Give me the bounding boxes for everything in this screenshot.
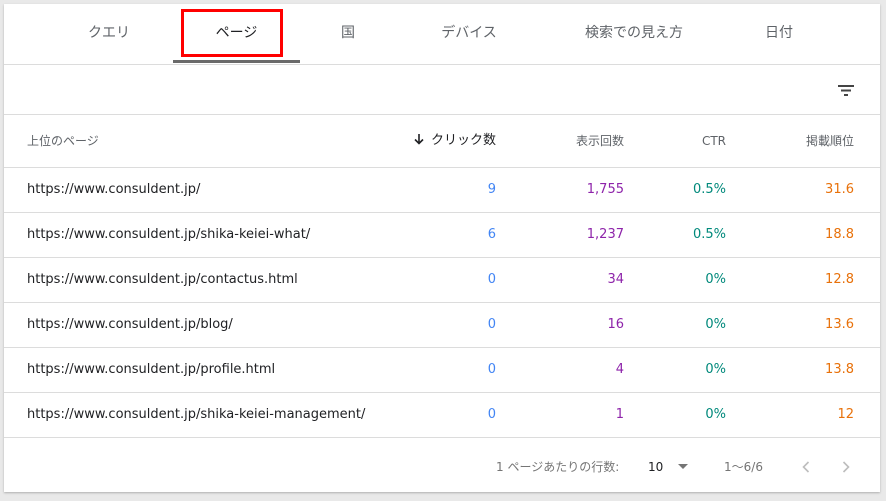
clicks-value: 0 bbox=[487, 407, 496, 422]
tab-label: 国 bbox=[341, 25, 355, 41]
page-range: 1〜6/6 bbox=[724, 460, 763, 474]
page-url[interactable]: https://www.consuldent.jp/shika-keiei-wh… bbox=[27, 213, 310, 257]
column-header-page[interactable]: 上位のページ bbox=[27, 115, 99, 167]
tab-bar: クエリ ページ 国 デバイス 検索での見え方 日付 bbox=[4, 4, 880, 65]
tab-query[interactable]: クエリ bbox=[44, 4, 174, 64]
filter-icon[interactable] bbox=[836, 81, 856, 99]
clicks-value: 9 bbox=[487, 182, 496, 197]
page-url[interactable]: https://www.consuldent.jp/profile.html bbox=[27, 348, 275, 392]
tab-label: 日付 bbox=[765, 25, 793, 41]
column-header-impressions[interactable]: 表示回数 bbox=[524, 115, 624, 167]
caret-down-icon[interactable] bbox=[678, 464, 688, 469]
ctr-value: 0% bbox=[705, 362, 726, 377]
page-url[interactable]: https://www.consuldent.jp/ bbox=[27, 168, 200, 212]
tab-device[interactable]: デバイス bbox=[409, 4, 529, 64]
position-value: 13.6 bbox=[825, 317, 854, 332]
table-row[interactable]: https://www.consuldent.jp/contactus.html… bbox=[4, 258, 880, 303]
table-header: 上位のページ クリック数 表示回数 CTR 掲載順位 bbox=[4, 115, 880, 168]
table-toolbar bbox=[4, 65, 880, 115]
tab-date[interactable]: 日付 bbox=[724, 4, 834, 64]
active-tab-indicator bbox=[173, 60, 300, 63]
tab-search-appearance[interactable]: 検索での見え方 bbox=[559, 4, 709, 64]
impressions-value: 16 bbox=[607, 317, 624, 332]
chevron-right-icon[interactable] bbox=[836, 457, 856, 477]
tab-label: 検索での見え方 bbox=[585, 25, 683, 41]
page-url[interactable]: https://www.consuldent.jp/contactus.html bbox=[27, 258, 298, 302]
table-row[interactable]: https://www.consuldent.jp/shika-keiei-ma… bbox=[4, 393, 880, 438]
column-header-ctr[interactable]: CTR bbox=[656, 115, 726, 167]
ctr-value: 0.5% bbox=[692, 227, 726, 242]
tab-label: デバイス bbox=[441, 25, 497, 41]
performance-card: クエリ ページ 国 デバイス 検索での見え方 日付 上位のページ クリック数 表… bbox=[4, 4, 880, 492]
page-url[interactable]: https://www.consuldent.jp/shika-keiei-ma… bbox=[27, 393, 365, 437]
page-url[interactable]: https://www.consuldent.jp/blog/ bbox=[27, 303, 233, 347]
tab-country[interactable]: 国 bbox=[300, 4, 396, 64]
rows-per-page-label: 1 ページあたりの行数: bbox=[496, 460, 620, 474]
impressions-value: 1 bbox=[615, 407, 624, 422]
arrow-down-icon bbox=[414, 134, 424, 145]
position-value: 13.8 bbox=[825, 362, 854, 377]
impressions-value: 1,755 bbox=[586, 182, 624, 197]
impressions-value: 4 bbox=[615, 362, 624, 377]
ctr-value: 0.5% bbox=[692, 182, 726, 197]
table-row[interactable]: https://www.consuldent.jp/blog/ 0 16 0% … bbox=[4, 303, 880, 348]
tab-label: クエリ bbox=[88, 25, 130, 41]
position-value: 18.8 bbox=[825, 227, 854, 242]
table-row[interactable]: https://www.consuldent.jp/ 9 1,755 0.5% … bbox=[4, 168, 880, 213]
impressions-value: 1,237 bbox=[586, 227, 624, 242]
ctr-value: 0% bbox=[705, 317, 726, 332]
pagination-bar: 1 ページあたりの行数: 10 1〜6/6 bbox=[4, 443, 880, 492]
clicks-value: 0 bbox=[487, 317, 496, 332]
impressions-value: 34 bbox=[607, 272, 624, 287]
table-row[interactable]: https://www.consuldent.jp/profile.html 0… bbox=[4, 348, 880, 393]
clicks-value: 0 bbox=[487, 362, 496, 377]
highlight-box bbox=[181, 9, 283, 57]
column-header-position[interactable]: 掲載順位 bbox=[774, 115, 854, 167]
position-value: 31.6 bbox=[825, 182, 854, 197]
column-header-label: クリック数 bbox=[430, 133, 496, 148]
clicks-value: 0 bbox=[487, 272, 496, 287]
position-value: 12 bbox=[837, 407, 854, 422]
column-header-clicks[interactable]: クリック数 bbox=[396, 115, 496, 167]
ctr-value: 0% bbox=[705, 407, 726, 422]
table-row[interactable]: https://www.consuldent.jp/shika-keiei-wh… bbox=[4, 213, 880, 258]
clicks-value: 6 bbox=[487, 227, 496, 242]
position-value: 12.8 bbox=[825, 272, 854, 287]
rows-per-page-select[interactable]: 10 bbox=[648, 443, 663, 492]
chevron-left-icon[interactable] bbox=[796, 457, 816, 477]
ctr-value: 0% bbox=[705, 272, 726, 287]
